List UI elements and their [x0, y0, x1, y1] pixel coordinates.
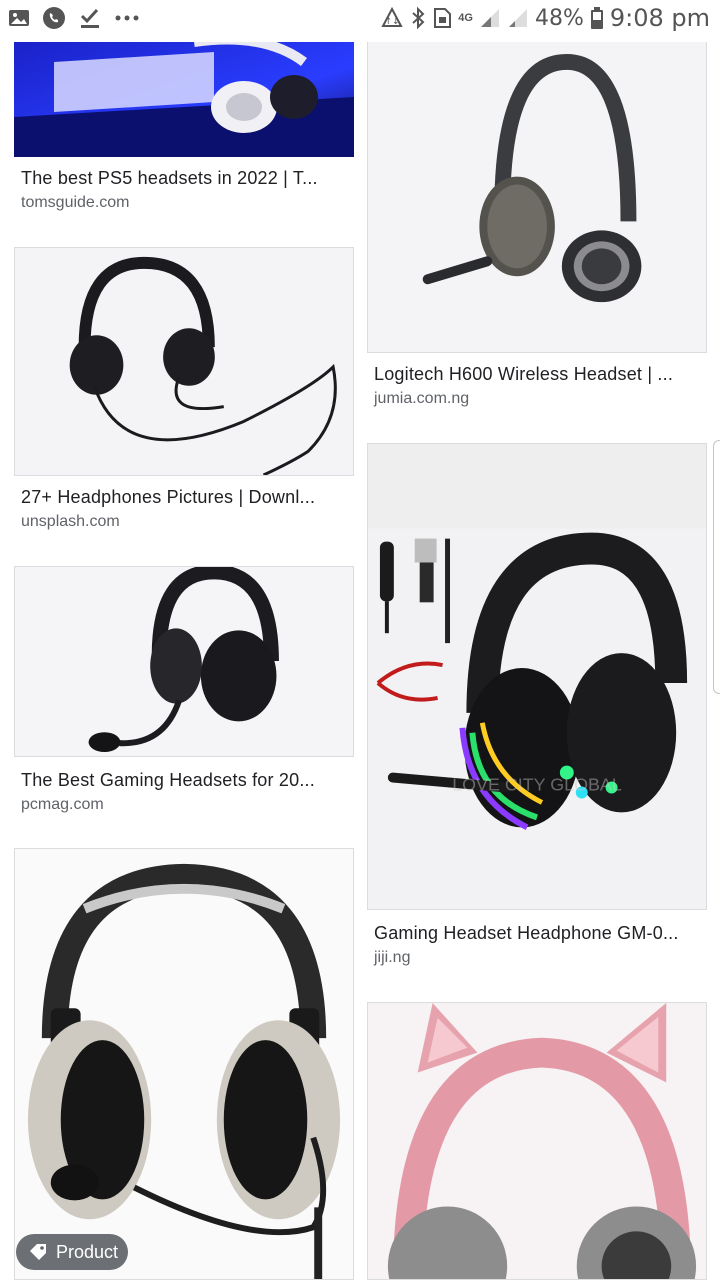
result-image-aviation[interactable]: [14, 848, 354, 1280]
whatsapp-icon: [43, 7, 65, 29]
product-chip[interactable]: Product: [16, 1234, 128, 1270]
bluetooth-icon: [412, 6, 425, 30]
edge-panel-handle[interactable]: [713, 440, 720, 694]
battery-percent: 48%: [534, 5, 584, 31]
network-type: 4G: [458, 12, 473, 24]
result-image-jiji[interactable]: LOVE CITY GLOBAL: [367, 443, 707, 910]
result-source: unsplash.com: [21, 513, 120, 530]
result-card-pcmag[interactable]: The Best Gaming Headsets for 20... pcmag…: [14, 566, 354, 826]
result-card-logitech[interactable]: Logitech H600 Wireless Headset | ... jum…: [367, 42, 707, 422]
sim-icon: [434, 8, 452, 28]
image-icon: [9, 10, 29, 26]
result-card-jiji[interactable]: LOVE CITY GLOBAL Gaming Headset Headphon…: [367, 443, 707, 973]
clock: 9:08 pm: [609, 4, 710, 32]
result-title[interactable]: 27+ Headphones Pictures | Downl...: [21, 487, 341, 508]
signal-icon: [480, 9, 499, 27]
signal-icon-2: [508, 9, 527, 27]
svg-text:↑↓: ↑↓: [385, 17, 400, 27]
status-bar: ↑↓ 4G 48% 9:08 pm: [0, 0, 720, 42]
result-card-aviation[interactable]: [14, 848, 354, 1280]
result-card-cat-ear[interactable]: [367, 1002, 707, 1280]
result-image-unsplash[interactable]: [14, 247, 354, 476]
result-image-pcmag[interactable]: [14, 566, 354, 757]
check-icon: [80, 8, 99, 28]
result-source: jumia.com.ng: [374, 390, 470, 407]
tag-icon: [30, 1244, 46, 1260]
result-source: jiji.ng: [374, 949, 411, 966]
status-right: ↑↓ 4G 48% 9:08 pm: [380, 4, 710, 32]
result-image-ps5[interactable]: [14, 42, 354, 157]
product-chip-label: Product: [56, 1241, 119, 1262]
result-source: tomsguide.com: [21, 194, 130, 211]
result-card-unsplash[interactable]: 27+ Headphones Pictures | Downl... unspl…: [14, 247, 354, 547]
more-icon: [115, 15, 139, 21]
status-left: [8, 6, 140, 30]
result-source: pcmag.com: [21, 796, 104, 813]
result-image-logitech[interactable]: [367, 42, 707, 353]
result-title[interactable]: Gaming Headset Headphone GM-0...: [374, 923, 694, 944]
result-card-ps5[interactable]: The best PS5 headsets in 2022 | T... tom…: [14, 42, 354, 222]
watermark: LOVE CITY GLOBAL: [452, 774, 622, 794]
result-title[interactable]: The Best Gaming Headsets for 20...: [21, 770, 341, 791]
data-saver-icon: ↑↓: [381, 6, 403, 27]
result-title[interactable]: Logitech H600 Wireless Headset | ...: [374, 364, 694, 385]
battery-icon: [590, 7, 603, 29]
result-image-cat-ear[interactable]: [367, 1002, 707, 1280]
result-title[interactable]: The best PS5 headsets in 2022 | T...: [21, 168, 341, 189]
